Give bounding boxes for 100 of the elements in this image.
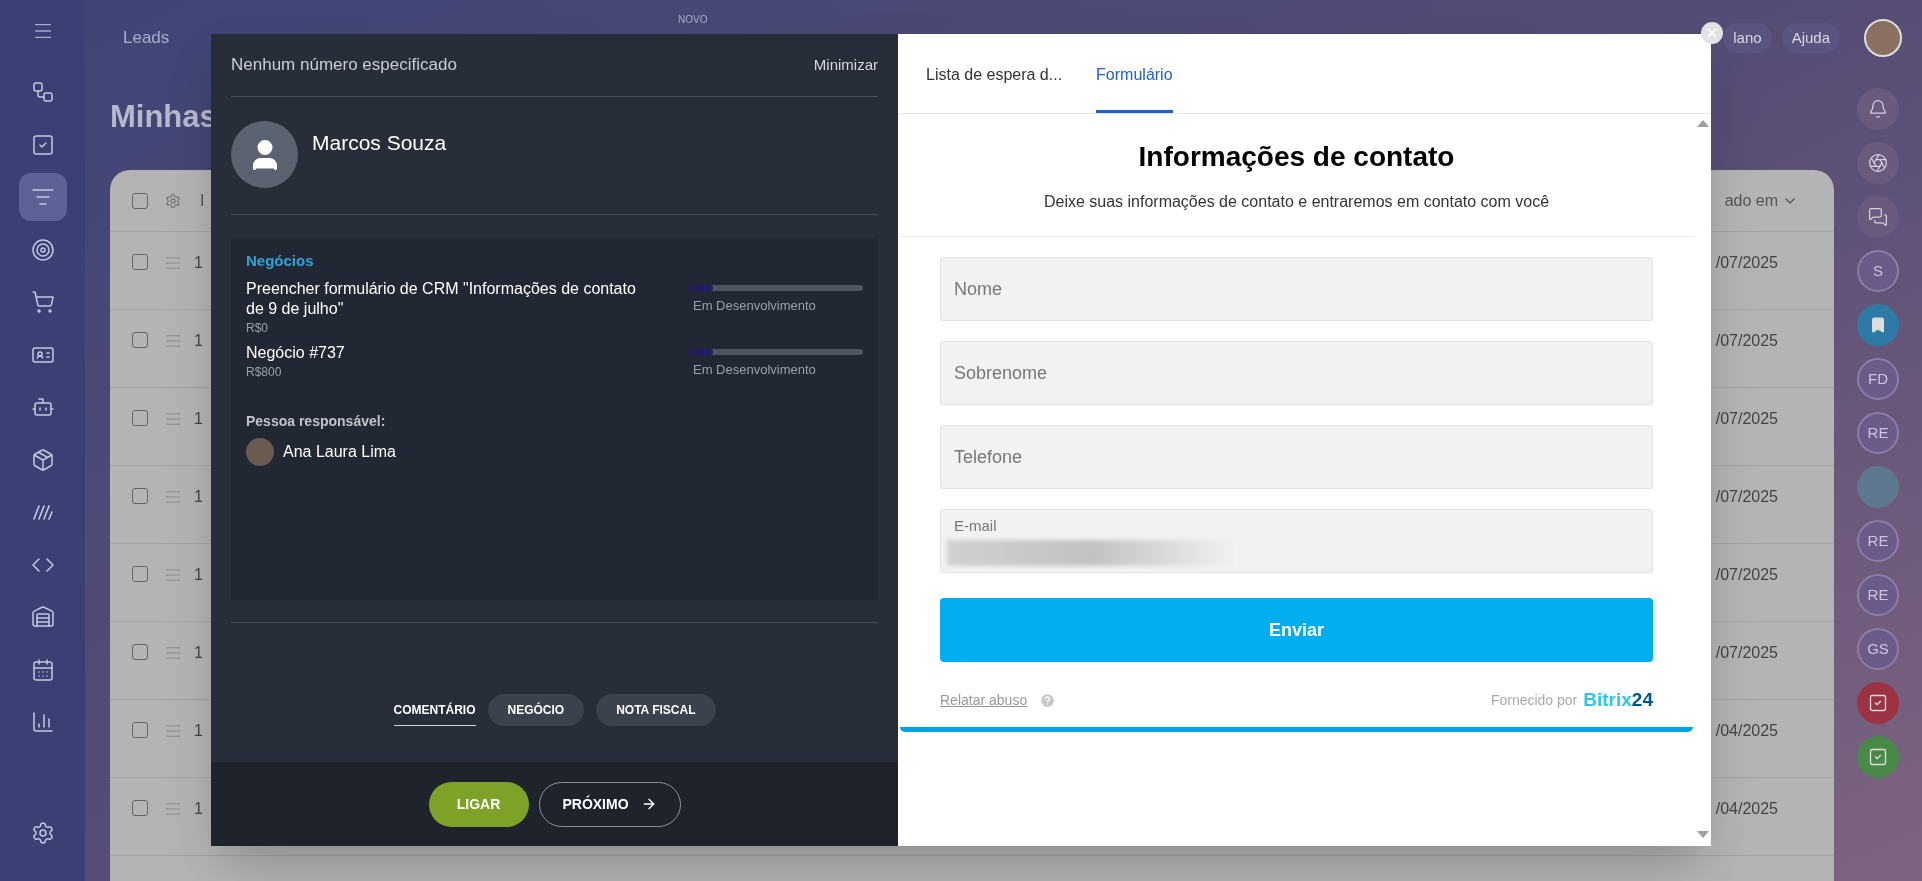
- tab[interactable]: Formulário: [1096, 55, 1173, 113]
- settings-icon: [30, 820, 55, 845]
- bell-icon: [1868, 99, 1888, 119]
- bar-chart-icon: [30, 710, 55, 734]
- person-name[interactable]: Ana Laura Lima: [283, 439, 396, 464]
- top-bar-pill[interactable]: Ajuda: [1781, 23, 1840, 53]
- input-field[interactable]: Nome: [940, 257, 1653, 321]
- table-cell: /07/2025: [1715, 566, 1778, 584]
- call-button[interactable]: LIGAR: [428, 781, 529, 827]
- minimize-link[interactable]: Minimizar: [813, 53, 878, 77]
- user-avatar[interactable]: [1864, 19, 1902, 57]
- scroll-down-icon[interactable]: [1697, 831, 1709, 838]
- field-label: E-mail: [953, 518, 998, 534]
- drag-handle-icon[interactable]: [164, 410, 182, 428]
- calendar-icon: [30, 657, 55, 682]
- person-avatar: [246, 437, 274, 466]
- checkbox[interactable]: [132, 488, 148, 504]
- table-cell: /07/2025: [1715, 254, 1778, 272]
- form-subtitle: Deixe suas informações de contato e entraremos em contato com você: [1043, 192, 1550, 212]
- input-field[interactable]: Telefone: [940, 425, 1653, 489]
- initials-avatar[interactable]: RE: [1857, 520, 1899, 562]
- box-icon: [30, 447, 55, 472]
- checkbox[interactable]: [132, 566, 148, 582]
- tab[interactable]: NEGÓCIO: [487, 694, 585, 726]
- new-label: NOVO: [678, 13, 708, 27]
- deal-title[interactable]: Negócio #737: [246, 342, 649, 363]
- page-title: Minhas: [110, 97, 217, 136]
- initials-avatar[interactable]: RE: [1857, 412, 1899, 454]
- drag-handle-icon[interactable]: [164, 644, 182, 662]
- deal-amount: R$800: [246, 363, 283, 381]
- checkbox[interactable]: [132, 800, 148, 816]
- initials-avatar[interactable]: GS: [1857, 628, 1899, 670]
- initials-avatar[interactable]: FD: [1857, 358, 1899, 400]
- spiral-icon: [1868, 153, 1888, 173]
- stage-label: Em Desenvolvimento: [693, 296, 817, 315]
- input-field[interactable]: E-mail: [940, 509, 1653, 573]
- top-bar-pill[interactable]: lano: [1723, 23, 1772, 53]
- table-cell: /07/2025: [1715, 410, 1778, 428]
- scroll-up-icon[interactable]: [1697, 120, 1709, 127]
- drag-handle-icon[interactable]: [164, 332, 182, 350]
- checkbox[interactable]: [132, 332, 148, 348]
- checkbox-icon: [30, 132, 55, 157]
- stage-label: Em Desenvolvimento: [693, 360, 817, 379]
- table-cell: /07/2025: [1715, 488, 1778, 506]
- spiral-button[interactable]: [1857, 142, 1899, 184]
- initials-avatar[interactable]: S: [1857, 250, 1899, 292]
- checkbox[interactable]: [132, 410, 148, 426]
- settings-icon[interactable]: [165, 192, 181, 209]
- table-cell: 1: [194, 254, 203, 272]
- deal-amount: R$0: [246, 319, 269, 337]
- responsible-label: Pessoa responsável:: [246, 411, 387, 431]
- bookmark-icon: [1869, 316, 1887, 334]
- tab[interactable]: NOTA FISCAL: [596, 694, 716, 726]
- column-header[interactable]: ado em: [1724, 188, 1778, 213]
- task-button[interactable]: [1857, 682, 1899, 724]
- close-icon: [1705, 26, 1719, 40]
- drag-handle-icon[interactable]: [164, 488, 182, 506]
- bookmark-button[interactable]: [1857, 304, 1899, 346]
- checkbox[interactable]: [132, 644, 148, 660]
- task-button[interactable]: [1857, 736, 1899, 778]
- drag-handle-icon[interactable]: [164, 566, 182, 584]
- table-cell: /04/2025: [1715, 800, 1778, 818]
- bell-button[interactable]: [1857, 88, 1899, 130]
- garage-icon: [30, 605, 55, 629]
- help-icon[interactable]: [1039, 691, 1057, 709]
- chat-button[interactable]: [1857, 196, 1899, 238]
- target-icon: [30, 237, 55, 262]
- checkbox[interactable]: [132, 192, 148, 209]
- checkbox[interactable]: [132, 254, 148, 270]
- section-title: Negócios: [246, 251, 315, 271]
- nodes-icon: [30, 80, 55, 104]
- initials-avatar[interactable]: RE: [1857, 574, 1899, 616]
- cart-icon: [30, 290, 55, 314]
- tab[interactable]: Lista de espera d...: [926, 55, 1063, 113]
- report-link[interactable]: Relatar abuso: [940, 689, 1028, 711]
- table-cell: /07/2025: [1715, 644, 1778, 662]
- sidebar-item[interactable]: [18, 173, 67, 221]
- brand-logo[interactable]: Bitrix24: [1583, 686, 1653, 715]
- drag-handle-icon[interactable]: [164, 254, 182, 272]
- table-cell: /07/2025: [1715, 332, 1778, 350]
- nav-link[interactable]: Leads: [123, 25, 170, 51]
- robot-icon: [30, 395, 55, 419]
- column-header[interactable]: I: [200, 188, 205, 213]
- input-field[interactable]: Sobrenome: [940, 341, 1653, 405]
- table-cell: 1: [194, 488, 203, 506]
- drag-handle-icon[interactable]: [164, 800, 182, 818]
- panel-title: Nenhum número especificado: [231, 54, 457, 77]
- table-cell: 1: [194, 410, 203, 428]
- checkbox-icon: [1868, 747, 1888, 767]
- tab[interactable]: COMENTÁRIO: [393, 694, 476, 726]
- powered-by-label: Fornecido por: [1490, 690, 1578, 710]
- table-cell: 1: [194, 566, 203, 584]
- table-cell: /04/2025: [1715, 722, 1778, 740]
- contact-name: Marcos Souza: [312, 130, 447, 156]
- table-cell: 1: [194, 800, 203, 818]
- submit-button[interactable]: Enviar: [940, 598, 1653, 662]
- drag-handle-icon[interactable]: [164, 722, 182, 740]
- table-cell: 1: [194, 644, 203, 662]
- deal-title[interactable]: Preencher formulário de CRM "Informações de contato de 9 de julho": [246, 278, 649, 319]
- checkbox[interactable]: [132, 722, 148, 738]
